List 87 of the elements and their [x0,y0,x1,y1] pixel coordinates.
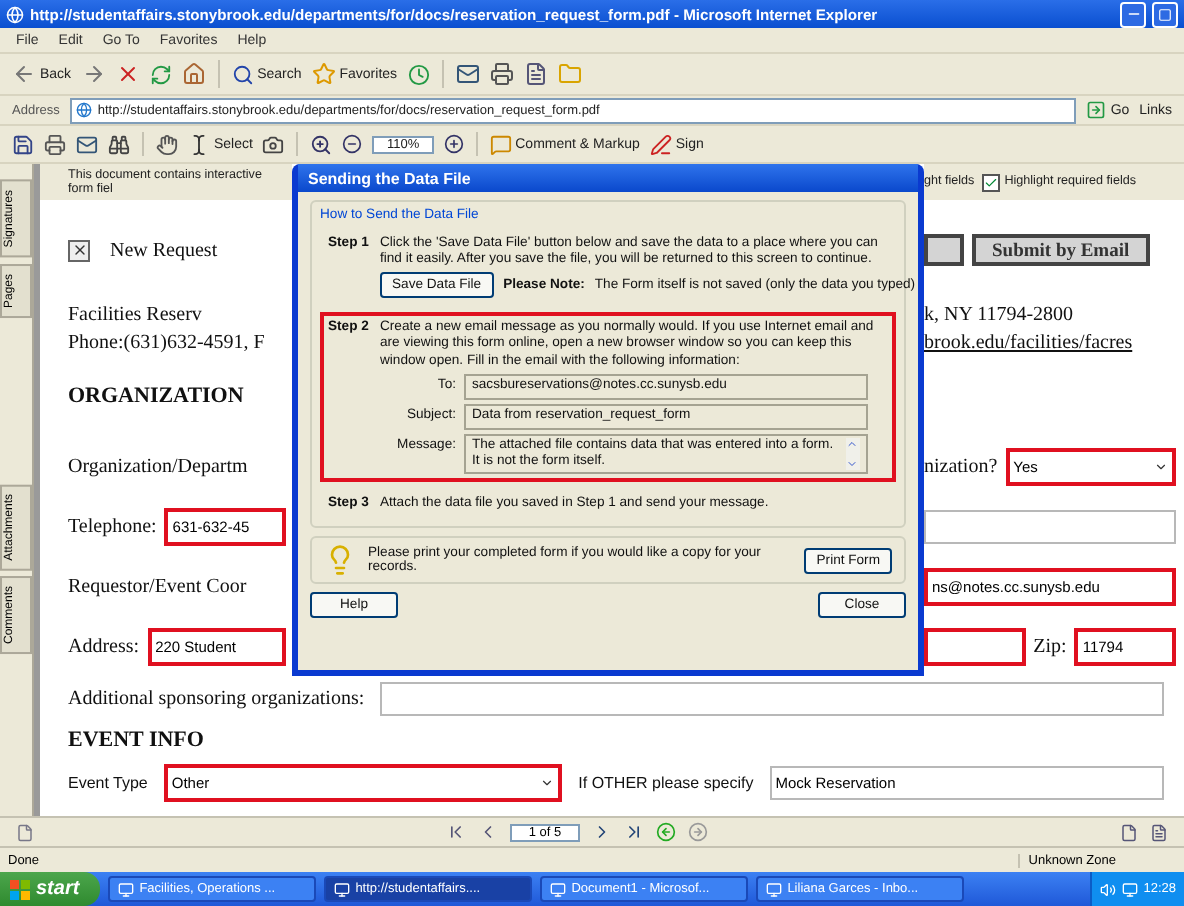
windows-flag-icon [10,879,30,899]
first-page-icon [446,822,467,842]
website-link[interactable]: brook.edu/facilities/facres [924,331,1133,353]
continuous-button[interactable] [1150,823,1169,841]
start-button[interactable]: start [0,872,100,906]
section-heading: ORGANIZATION [68,384,244,408]
window-icon [765,881,782,897]
zoom-in-button[interactable] [443,134,464,154]
pages-icon [1150,823,1169,841]
hand-icon [156,133,178,155]
history-button[interactable] [407,63,430,85]
email-button[interactable] [76,133,98,155]
binoculars-icon [108,133,130,155]
contact-text: Facilities Reserv [68,303,202,325]
checkbox-label: New Request [110,239,218,261]
pen-icon [649,133,672,155]
text-field[interactable] [924,627,1026,665]
field-label: Address: [68,635,140,657]
text-field[interactable] [380,681,1164,715]
form-button[interactable]: Submit by Email [972,234,1150,266]
network-icon [1121,881,1138,897]
field-label: Organization/Departm [68,455,248,477]
folder-icon [557,62,582,86]
stop-icon [115,62,140,86]
printer-icon [44,133,66,155]
text-cursor-icon [188,133,210,155]
window-icon [117,881,134,897]
plus-circle-icon [443,134,464,154]
save-button[interactable] [12,133,34,155]
print-button[interactable] [489,62,514,86]
maximize-icon [1158,7,1172,21]
field-label: Telephone: [68,515,157,537]
form-button[interactable] [924,234,964,266]
refresh-button[interactable] [149,63,172,85]
home-button[interactable] [181,62,206,86]
caret-icon [540,776,555,790]
window-icon [549,881,566,897]
edit-button[interactable] [523,62,548,86]
camera-icon [262,133,285,155]
checkbox[interactable] [68,239,90,261]
speaker-icon [1099,881,1116,897]
minimize-button[interactable] [1120,1,1146,27]
field-label: Zip: [1033,635,1067,657]
zoom-icon [310,133,333,155]
caret-icon [1154,459,1168,473]
save-icon [12,133,34,155]
back-icon [12,62,36,86]
home-icon [181,62,206,86]
field-label: nization? [924,455,998,477]
refresh-icon [149,63,172,85]
clock-icon [407,63,430,85]
mail-icon [76,133,98,155]
last-page-button[interactable] [623,822,644,842]
text-field[interactable] [924,509,1176,543]
document-icon [523,62,548,86]
snapshot-button[interactable] [262,133,285,155]
contact-text: k, NY 11794-2800 [924,303,1074,325]
field-label: Additional sponsoring organizations: [68,687,365,709]
scroll-bar[interactable] [846,437,860,471]
dialog-title: Sending the Data File [298,164,918,192]
printer-icon [489,62,514,86]
zoom-button[interactable] [310,133,333,155]
find-button[interactable] [108,133,130,155]
contact-text: Phone:(631)632-4591, F [68,331,265,353]
field-label: Event Type [68,774,148,792]
minus-circle-icon [342,134,363,154]
forward-button[interactable] [81,62,106,86]
cross-mark-icon [71,242,87,258]
maximize-button[interactable] [1152,1,1178,27]
last-page-icon [623,822,644,842]
field-label: Requestor/Event Coor [68,575,247,597]
comment-icon [489,133,512,155]
window-icon [333,881,350,897]
mail-icon [455,62,480,86]
stop-button[interactable] [115,62,140,86]
mail-button[interactable] [455,62,480,86]
star-icon [311,62,336,86]
checkbox[interactable] [982,173,1001,191]
hand-tool-button[interactable] [156,133,178,155]
zoom-out-button[interactable] [342,134,363,154]
print-button[interactable] [44,133,66,155]
field-label: If OTHER please specify [578,774,754,792]
check-mark-icon [984,175,999,189]
section-heading: EVENT INFO [68,728,204,752]
first-page-button[interactable] [446,822,467,842]
forward-icon [81,62,106,86]
search-icon [231,63,254,85]
